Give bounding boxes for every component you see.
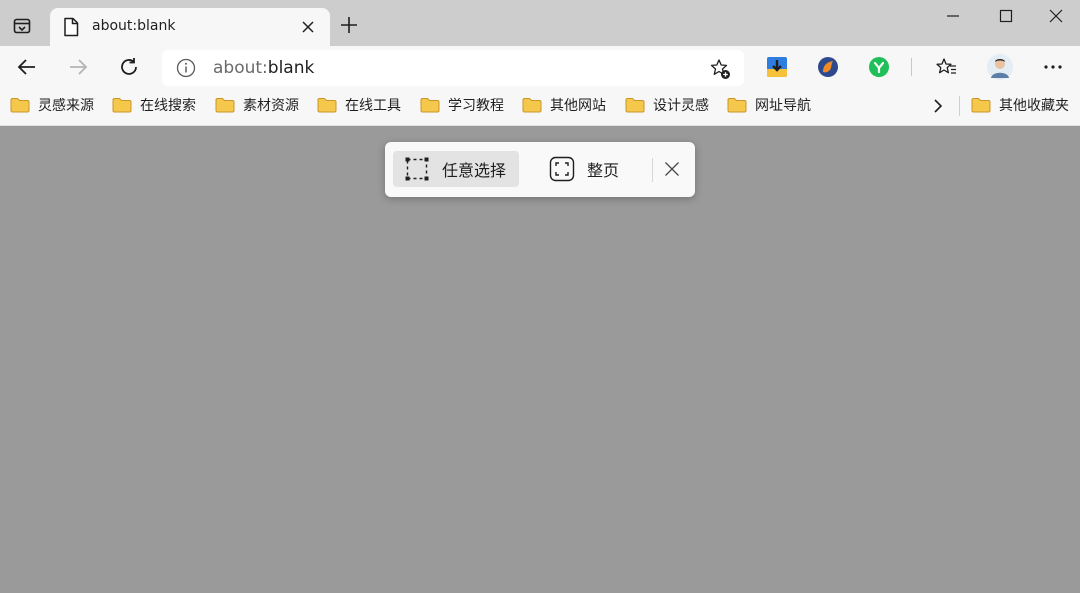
forward-button[interactable] xyxy=(62,51,94,83)
download-extension-icon xyxy=(767,57,787,77)
maximize-icon xyxy=(999,9,1013,23)
green-y-extension-icon xyxy=(869,57,889,77)
fox-extension-button[interactable] xyxy=(817,56,839,78)
tab-title: about:blank xyxy=(92,18,176,34)
bookmark-folder[interactable]: 在线工具 xyxy=(317,94,401,116)
url-text[interactable]: about:blank xyxy=(213,58,314,78)
fox-extension-icon xyxy=(818,57,838,77)
profile-button[interactable] xyxy=(986,53,1014,81)
favorites-icon xyxy=(936,58,956,74)
bookmark-label: 学习教程 xyxy=(448,98,504,114)
folder-icon xyxy=(10,98,30,113)
maximize-button[interactable] xyxy=(982,0,1030,32)
folder-icon xyxy=(971,98,991,113)
bookmark-folder[interactable]: 设计灵感 xyxy=(625,94,709,116)
window-close-button[interactable] xyxy=(1032,0,1080,32)
bookmark-label: 素材资源 xyxy=(243,98,299,114)
web-capture-toolbar: 任意选择 整页 xyxy=(385,142,695,197)
bookmark-label: 设计灵感 xyxy=(653,98,709,114)
full-page-icon xyxy=(549,156,575,182)
bookmark-label: 灵感来源 xyxy=(38,98,94,114)
free-select-button[interactable]: 任意选择 xyxy=(393,151,519,187)
green-y-extension-button[interactable] xyxy=(868,56,890,78)
bookmark-folder[interactable]: 学习教程 xyxy=(420,94,504,116)
refresh-button[interactable] xyxy=(113,51,145,83)
folder-icon xyxy=(215,98,235,113)
bookmark-label: 在线搜索 xyxy=(140,98,196,114)
close-icon xyxy=(302,21,314,33)
bookmark-folder[interactable]: 网址导航 xyxy=(727,94,811,116)
bookmarks-overflow-button[interactable] xyxy=(928,96,948,116)
page-icon xyxy=(64,17,79,37)
back-arrow-icon xyxy=(17,59,35,75)
tab-close-button[interactable] xyxy=(298,17,318,37)
full-page-button[interactable]: 整页 xyxy=(538,151,638,187)
bookmark-label: 网址导航 xyxy=(755,98,811,114)
toolbar-separator xyxy=(911,58,912,76)
minimize-button[interactable] xyxy=(929,0,977,32)
url-main: blank xyxy=(267,58,315,78)
close-icon xyxy=(665,162,679,176)
bookmark-label: 在线工具 xyxy=(345,98,401,114)
chevron-right-icon xyxy=(934,99,943,113)
back-button[interactable] xyxy=(11,51,43,83)
active-tab[interactable]: about:blank xyxy=(50,8,330,46)
url-prefix: about: xyxy=(213,58,268,78)
bookmark-folder[interactable]: 素材资源 xyxy=(215,94,299,116)
add-favorite-icon[interactable] xyxy=(708,57,732,81)
capture-close-button[interactable] xyxy=(661,158,683,180)
folder-icon xyxy=(522,98,542,113)
plus-icon xyxy=(341,17,357,33)
close-icon xyxy=(1049,9,1063,23)
bookmark-folder[interactable]: 灵感来源 xyxy=(10,94,94,116)
full-page-label: 整页 xyxy=(587,161,620,180)
refresh-icon xyxy=(121,58,137,75)
more-icon xyxy=(1044,65,1062,69)
favorites-button[interactable] xyxy=(935,56,957,78)
folder-icon xyxy=(625,98,645,113)
more-button[interactable] xyxy=(1042,56,1064,78)
capture-separator xyxy=(652,158,653,182)
tab-actions-icon xyxy=(13,18,31,34)
info-icon[interactable] xyxy=(176,58,196,78)
folder-icon xyxy=(317,98,337,113)
new-tab-button[interactable] xyxy=(336,12,362,38)
other-favorites-folder[interactable]: 其他收藏夹 xyxy=(971,94,1069,116)
download-extension-button[interactable] xyxy=(766,56,788,78)
bookmark-folder[interactable]: 其他网站 xyxy=(522,94,606,116)
forward-arrow-icon xyxy=(70,59,88,75)
profile-avatar xyxy=(987,54,1013,80)
bookmark-folder[interactable]: 在线搜索 xyxy=(112,94,196,116)
bookmark-label: 其他网站 xyxy=(550,98,606,114)
bookmarks-separator xyxy=(959,96,960,116)
folder-icon xyxy=(727,98,747,113)
tab-actions-button[interactable] xyxy=(8,12,36,40)
bookmark-label: 其他收藏夹 xyxy=(999,98,1069,114)
free-select-icon xyxy=(405,157,429,181)
address-bar[interactable]: about:blank xyxy=(162,50,744,86)
folder-icon xyxy=(420,98,440,113)
minimize-icon xyxy=(947,15,959,17)
folder-icon xyxy=(112,98,132,113)
free-select-label: 任意选择 xyxy=(442,161,507,180)
